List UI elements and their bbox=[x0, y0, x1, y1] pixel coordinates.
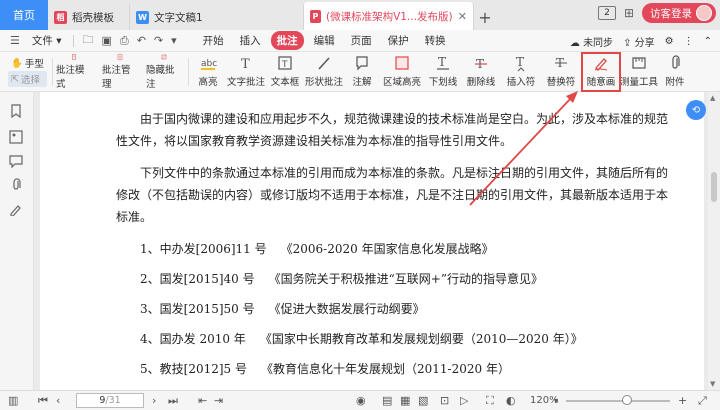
page-number-input[interactable]: 9/31 bbox=[76, 393, 144, 408]
play-icon[interactable]: ▷ bbox=[460, 394, 468, 407]
back-icon[interactable]: ⇤ bbox=[198, 394, 207, 407]
translate-icon: ⟲ bbox=[691, 104, 701, 116]
fit-page-icon[interactable]: ⤢ bbox=[698, 394, 707, 408]
theme-icon[interactable]: ◐ bbox=[506, 394, 516, 407]
eye-protect-icon[interactable]: ◉ bbox=[356, 394, 366, 407]
fit-width-icon[interactable]: ⊡ bbox=[440, 394, 449, 407]
scroll-thumb[interactable] bbox=[711, 172, 717, 202]
next-page-icon[interactable]: › bbox=[152, 394, 156, 407]
total-pages: /31 bbox=[105, 395, 121, 406]
zoom-dropdown-icon[interactable]: ▾ bbox=[554, 396, 558, 405]
status-bar: ▥ ⏮ ‹ 9/31 › ⏭ ⇤ ⇥ ◉ ▤ ▦ ▧ ⊡ ▷ ⛶ ◐ 120% … bbox=[0, 390, 720, 410]
sidebar-toggle-icon[interactable]: ▥ bbox=[8, 394, 18, 407]
zoom-slider[interactable] bbox=[566, 400, 670, 402]
double-page-icon[interactable]: ▦ bbox=[400, 394, 410, 407]
callout-arrow bbox=[469, 91, 578, 206]
first-page-icon[interactable]: ⏮ bbox=[38, 394, 48, 408]
last-page-icon[interactable]: ⏭ bbox=[168, 394, 178, 408]
assistant-float-button[interactable]: ⟲ bbox=[686, 100, 706, 120]
scroll-down-icon[interactable]: ▼ bbox=[710, 380, 715, 388]
single-page-icon[interactable]: ▤ bbox=[382, 394, 392, 407]
prev-page-icon[interactable]: ‹ bbox=[56, 394, 60, 407]
zoom-slider-thumb[interactable] bbox=[622, 395, 632, 405]
app-window: 首页 稻 稻壳模板 W 文字文稿1 P (微课标准架构V1...发布版) .pd… bbox=[0, 0, 720, 410]
scroll-up-icon[interactable]: ▲ bbox=[710, 94, 715, 102]
forward-icon[interactable]: ⇥ bbox=[214, 394, 223, 407]
vertical-scrollbar[interactable]: ▲ ▼ bbox=[708, 92, 720, 390]
fullscreen-icon[interactable]: ⛶ bbox=[486, 394, 494, 408]
continuous-icon[interactable]: ▧ bbox=[418, 394, 428, 407]
zoom-in-icon[interactable]: + bbox=[678, 394, 687, 407]
